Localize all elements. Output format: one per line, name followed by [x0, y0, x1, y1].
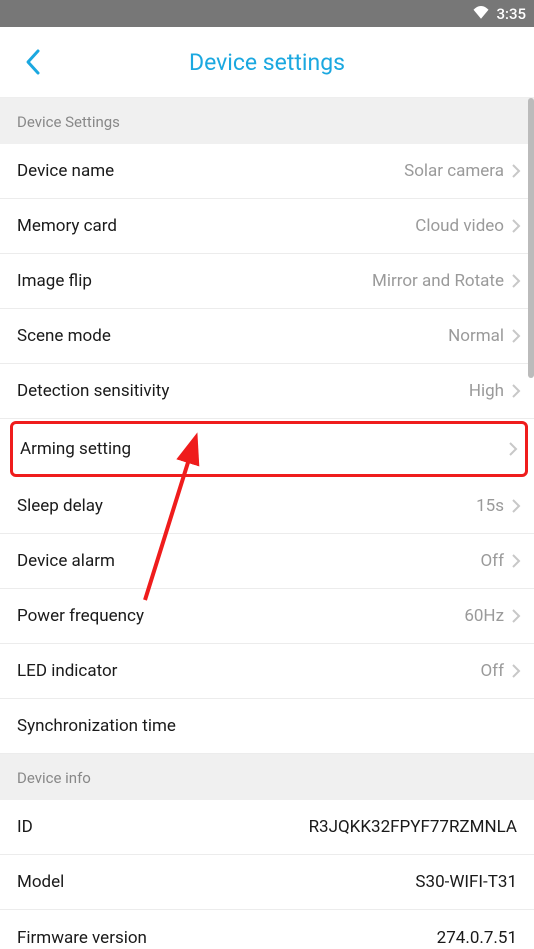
row-label: Image flip	[17, 271, 92, 291]
chevron-right-icon	[506, 551, 526, 571]
row-value: S30-WIFI-T31	[415, 872, 517, 892]
row-value: R3JQKK32FPYF77RZMNLA	[309, 817, 517, 837]
row-right: Solar camera	[404, 161, 526, 181]
row-label: Model	[17, 872, 64, 892]
status-bar: 3:35	[0, 0, 534, 27]
row-detection-sensitivity[interactable]: Detection sensitivity High	[0, 364, 534, 419]
chevron-right-icon	[506, 161, 526, 181]
row-arming-setting[interactable]: Arming setting	[10, 421, 528, 477]
row-scene-mode[interactable]: Scene mode Normal	[0, 309, 534, 364]
row-label: Device alarm	[17, 551, 115, 571]
row-firmware: Firmware version 274.0.7.51	[0, 910, 534, 949]
row-right: High	[469, 381, 526, 401]
row-label: Device name	[17, 161, 114, 181]
content-scroll[interactable]: Device Settings Device name Solar camera…	[0, 98, 534, 949]
row-value: 60Hz	[464, 606, 504, 626]
row-right: Cloud video	[415, 216, 526, 236]
row-label: Arming setting	[20, 439, 131, 459]
row-power-frequency[interactable]: Power frequency 60Hz	[0, 589, 534, 644]
section-header-info: Device info	[0, 754, 534, 800]
row-value: Mirror and Rotate	[372, 271, 504, 291]
row-label: ID	[17, 817, 33, 837]
row-label: Scene mode	[17, 326, 111, 346]
chevron-right-icon	[506, 606, 526, 626]
row-right: Off	[480, 661, 526, 681]
row-device-alarm[interactable]: Device alarm Off	[0, 534, 534, 589]
row-right: Mirror and Rotate	[372, 271, 526, 291]
row-device-name[interactable]: Device name Solar camera	[0, 144, 534, 199]
chevron-right-icon	[506, 496, 526, 516]
back-button[interactable]	[18, 47, 48, 77]
row-label: Synchronization time	[17, 716, 176, 736]
chevron-right-icon	[506, 271, 526, 291]
row-value: 274.0.7.51	[437, 928, 517, 948]
section-header-settings: Device Settings	[0, 98, 534, 144]
nav-bar: Device settings	[0, 27, 534, 98]
row-memory-card[interactable]: Memory card Cloud video	[0, 199, 534, 254]
row-label: Power frequency	[17, 606, 144, 626]
row-value: Cloud video	[415, 216, 504, 236]
row-right: Off	[480, 551, 526, 571]
row-value: Off	[480, 661, 504, 681]
row-value: Solar camera	[404, 161, 504, 181]
chevron-right-icon	[503, 439, 523, 459]
page-title: Device settings	[0, 49, 534, 76]
row-right	[501, 439, 523, 459]
chevron-right-icon	[506, 381, 526, 401]
row-sleep-delay[interactable]: Sleep delay 15s	[0, 479, 534, 534]
row-model: Model S30-WIFI-T31	[0, 855, 534, 910]
row-id: ID R3JQKK32FPYF77RZMNLA	[0, 800, 534, 855]
row-label: Memory card	[17, 216, 117, 236]
row-led-indicator[interactable]: LED indicator Off	[0, 644, 534, 699]
chevron-right-icon	[506, 216, 526, 236]
chevron-right-icon	[506, 661, 526, 681]
row-label: Sleep delay	[17, 496, 103, 516]
wifi-icon	[472, 4, 490, 23]
row-sync-time[interactable]: Synchronization time	[0, 699, 534, 754]
row-label: Firmware version	[17, 928, 147, 948]
row-right: Normal	[448, 326, 526, 346]
row-image-flip[interactable]: Image flip Mirror and Rotate	[0, 254, 534, 309]
row-label: Detection sensitivity	[17, 381, 169, 401]
scrollbar[interactable]	[528, 98, 534, 378]
row-right: 15s	[476, 496, 526, 516]
row-value: Off	[480, 551, 504, 571]
row-right: 60Hz	[464, 606, 526, 626]
row-value: 15s	[476, 496, 504, 516]
row-value: High	[469, 381, 504, 401]
status-time: 3:35	[496, 5, 526, 23]
row-label: LED indicator	[17, 661, 117, 681]
chevron-right-icon	[506, 326, 526, 346]
row-value: Normal	[448, 326, 504, 346]
